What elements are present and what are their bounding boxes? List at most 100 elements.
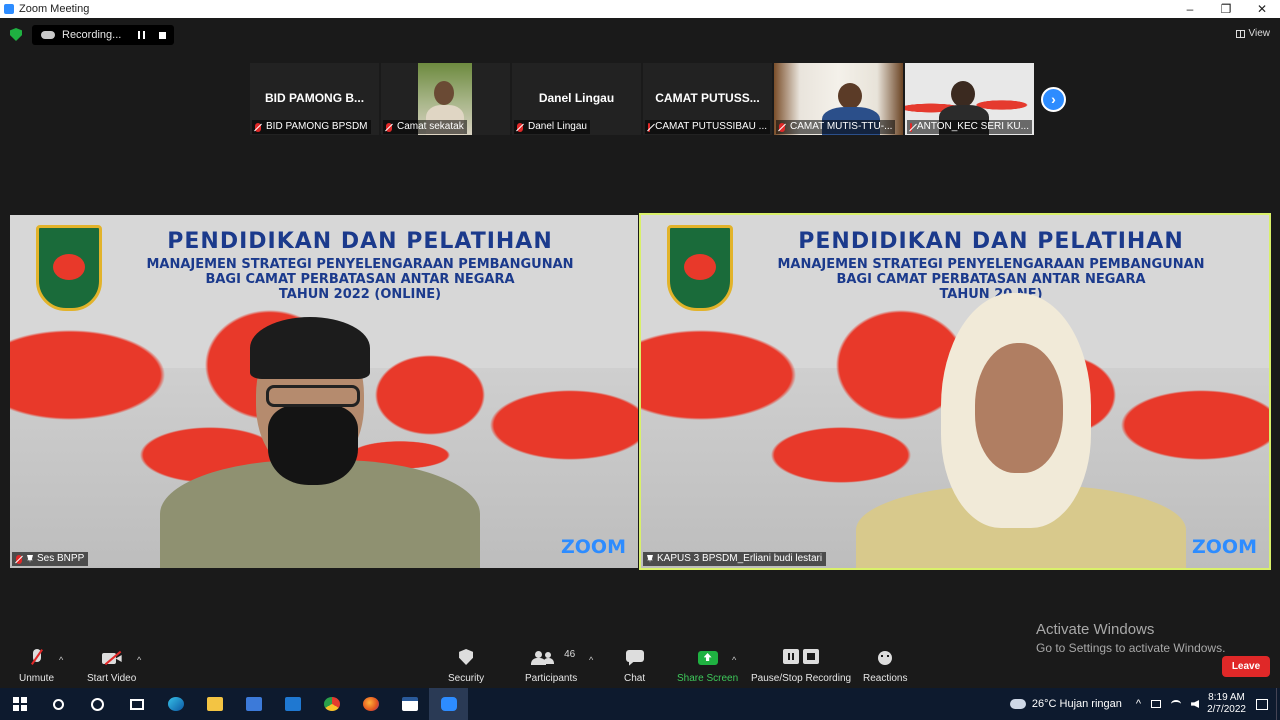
participant-thumbnail[interactable]: Camat sekatak bbox=[381, 63, 510, 135]
restore-button[interactable]: ❐ bbox=[1208, 0, 1244, 18]
stop-recording-icon[interactable] bbox=[159, 31, 166, 39]
taskbar-app-chrome[interactable] bbox=[312, 688, 351, 720]
network-icon[interactable] bbox=[1151, 700, 1162, 708]
cortana-circle-icon bbox=[91, 697, 104, 711]
mail-icon bbox=[284, 697, 301, 711]
video-options-caret[interactable]: ^ bbox=[137, 655, 141, 665]
muted-mic-icon bbox=[386, 122, 392, 132]
zoom-watermark: ZOOM bbox=[561, 536, 626, 558]
cortana-button[interactable] bbox=[78, 688, 117, 720]
volume-icon[interactable] bbox=[1191, 700, 1200, 708]
slide-banner: PENDIDIKAN DAN PELATIHAN MANAJEMEN STRAT… bbox=[146, 229, 574, 302]
taskbar-app-mail[interactable] bbox=[273, 688, 312, 720]
task-view-button[interactable] bbox=[117, 688, 156, 720]
window-title: Zoom Meeting bbox=[19, 3, 90, 15]
start-video-button[interactable]: Start Video bbox=[87, 649, 136, 684]
security-button[interactable]: Security bbox=[448, 649, 484, 684]
unmute-button[interactable]: Unmute bbox=[19, 649, 54, 684]
wifi-icon[interactable] bbox=[1171, 700, 1182, 708]
start-button[interactable] bbox=[0, 688, 39, 720]
folder-icon bbox=[206, 697, 223, 711]
share-screen-icon bbox=[697, 649, 718, 667]
participant-label: KAPUS 3 BPSDM_Erliani budi lestari bbox=[643, 552, 827, 566]
participant-thumbnail[interactable]: CAMAT MUTIS-TTU-... bbox=[774, 63, 903, 135]
meeting-toolbar: Unmute ^ Start Video ^ Security 46 Parti… bbox=[0, 645, 1280, 688]
participant-thumbnail[interactable]: Danel Lingau Danel Lingau bbox=[512, 63, 641, 135]
tray-chevron-icon[interactable]: ^ bbox=[1136, 698, 1141, 710]
muted-microphone-icon bbox=[27, 649, 47, 667]
participant-label: Camat sekatak bbox=[383, 120, 467, 134]
windows-taskbar: 26°C Hujan ringan ^ 8:19 AM 2/7/2022 bbox=[0, 688, 1280, 720]
view-label: View bbox=[1248, 28, 1271, 39]
participant-thumbnail[interactable]: BID PAMONG B... BID PAMONG BPSDM bbox=[250, 63, 379, 135]
participant-label: BID PAMONG BPSDM bbox=[252, 120, 371, 134]
chat-button[interactable]: Chat bbox=[624, 649, 645, 684]
system-tray: 26°C Hujan ringan ^ 8:19 AM 2/7/2022 bbox=[1009, 688, 1280, 720]
minimize-button[interactable]: – bbox=[1172, 0, 1208, 18]
ministry-emblem bbox=[667, 225, 733, 311]
search-button[interactable] bbox=[39, 688, 78, 720]
participant-label: CAMAT PUTUSSIBAU ... bbox=[645, 120, 770, 134]
pause-stop-recording-button[interactable]: Pause/Stop Recording bbox=[751, 649, 851, 684]
muted-mic-icon bbox=[910, 122, 912, 132]
store-icon bbox=[245, 697, 262, 711]
participants-button[interactable]: 46 Participants bbox=[525, 649, 577, 684]
taskbar-clock[interactable]: 8:19 AM 2/7/2022 bbox=[1207, 692, 1246, 716]
task-view-icon bbox=[129, 698, 144, 710]
notifications-icon[interactable] bbox=[1256, 698, 1268, 710]
participant-label: Danel Lingau bbox=[514, 120, 590, 134]
ministry-emblem bbox=[36, 225, 102, 311]
zoom-app-icon bbox=[4, 4, 14, 14]
muted-mic-icon bbox=[779, 122, 785, 132]
cloud-recording-icon bbox=[41, 31, 55, 39]
participant-label: CAMAT MUTIS-TTU-... bbox=[776, 120, 896, 134]
pause-recording-icon[interactable] bbox=[138, 31, 145, 39]
app-window-icon bbox=[401, 697, 418, 711]
search-icon bbox=[53, 698, 64, 710]
slide-banner: PENDIDIKAN DAN PELATIHAN MANAJEMEN STRAT… bbox=[777, 229, 1205, 302]
participant-thumbnail-strip: BID PAMONG B... BID PAMONG BPSDM Camat s… bbox=[250, 63, 1036, 135]
pause-stop-icon bbox=[782, 649, 820, 667]
edge-icon bbox=[167, 697, 184, 711]
muted-mic-icon bbox=[16, 554, 22, 564]
shield-icon bbox=[456, 649, 476, 667]
video-tile-ses-bnpp[interactable]: PENDIDIKAN DAN PELATIHAN MANAJEMEN STRAT… bbox=[10, 215, 638, 568]
muted-mic-icon bbox=[648, 122, 651, 132]
view-button[interactable]: View bbox=[1235, 28, 1271, 39]
participant-thumbnail[interactable]: CAMAT PUTUSS... CAMAT PUTUSSIBAU ... bbox=[643, 63, 772, 135]
taskbar-app-firefox[interactable] bbox=[351, 688, 390, 720]
grid-view-icon bbox=[1235, 29, 1245, 38]
participant-label: Ses BNPP bbox=[12, 552, 89, 566]
title-bar: Zoom Meeting – ❐ ✕ bbox=[0, 0, 1280, 18]
participants-options-caret[interactable]: ^ bbox=[589, 655, 593, 665]
cloud-weather-icon bbox=[1009, 699, 1026, 709]
taskbar-app-store[interactable] bbox=[234, 688, 273, 720]
show-desktop-button[interactable] bbox=[1276, 688, 1280, 720]
firefox-icon bbox=[362, 697, 379, 711]
weather-text[interactable]: 26°C Hujan ringan bbox=[1032, 698, 1122, 710]
participant-thumbnail[interactable]: ANTON_KEC SERI KU... bbox=[905, 63, 1034, 135]
pin-icon bbox=[27, 555, 33, 563]
zoom-icon bbox=[440, 697, 457, 711]
zoom-watermark: ZOOM bbox=[1192, 536, 1257, 558]
video-tile-active-speaker[interactable]: PENDIDIKAN DAN PELATIHAN MANAJEMEN STRAT… bbox=[639, 213, 1271, 570]
participant-label: ANTON_KEC SERI KU... bbox=[907, 120, 1032, 134]
chat-bubble-icon bbox=[625, 649, 645, 667]
taskbar-app-explorer[interactable] bbox=[195, 688, 234, 720]
muted-mic-icon bbox=[255, 122, 261, 132]
participant-name-large: Danel Lingau bbox=[538, 91, 615, 105]
participant-name-large: BID PAMONG B... bbox=[264, 91, 365, 105]
taskbar-app-window[interactable] bbox=[390, 688, 429, 720]
leave-button[interactable]: Leave bbox=[1222, 656, 1270, 677]
chrome-icon bbox=[323, 697, 340, 711]
close-button[interactable]: ✕ bbox=[1244, 0, 1280, 18]
taskbar-app-zoom[interactable] bbox=[429, 688, 468, 720]
next-page-button[interactable]: › bbox=[1041, 87, 1066, 112]
reactions-button[interactable]: Reactions bbox=[863, 649, 907, 684]
audio-options-caret[interactable]: ^ bbox=[59, 655, 63, 665]
taskbar-app-edge[interactable] bbox=[156, 688, 195, 720]
share-screen-button[interactable]: Share Screen bbox=[677, 649, 738, 684]
encryption-shield-icon[interactable] bbox=[10, 28, 22, 41]
share-options-caret[interactable]: ^ bbox=[732, 655, 736, 665]
muted-mic-icon bbox=[517, 122, 523, 132]
